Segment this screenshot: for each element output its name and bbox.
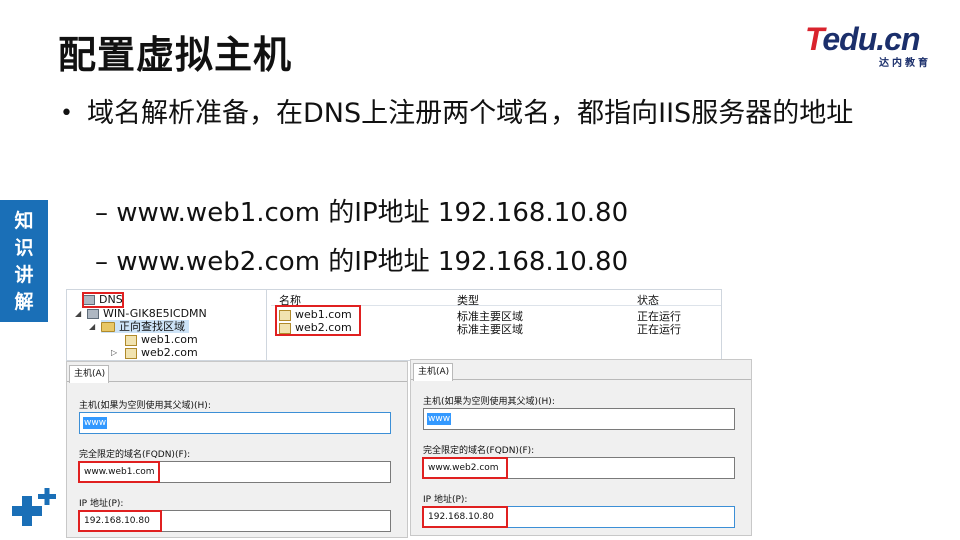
host-label: 主机(如果为空则使用其父域)(H): [423, 397, 555, 407]
tree-zone-label: web1.com [141, 333, 198, 346]
highlight-dns-root [82, 292, 124, 308]
tab-host-a[interactable]: 主机(A) [413, 363, 453, 381]
zone-icon [125, 347, 137, 359]
tree-server[interactable]: WIN-GIK8E5ICDMN [87, 307, 207, 320]
collapse-arrow-icon[interactable]: ▷ [111, 348, 117, 357]
highlight-fqdn [78, 461, 160, 483]
tree-zone-web1[interactable]: web1.com [125, 333, 198, 346]
dns-manager-panel: DNS ◢ WIN-GIK8E5ICDMN ◢ 正向查找区域 web1.com … [66, 289, 722, 362]
zone-list: 名称 类型 状态 web1.com 标准主要区域 正在运行 web2.com 标… [271, 290, 721, 362]
column-header-status[interactable]: 状态 [637, 292, 659, 308]
host-input[interactable]: www [79, 412, 391, 434]
host-record-dialog-web1: 主机(A) 主机(如果为空则使用其父域)(H): www 完全限定的域名(FQD… [66, 361, 408, 538]
side-tab-char: 识 [14, 237, 34, 259]
folder-icon [101, 322, 115, 332]
slide-title: 配置虚拟主机 [58, 33, 293, 77]
side-tab: 知 识 讲 解 [0, 200, 48, 322]
host-value: www [427, 413, 452, 425]
logo-subtitle: 达内教育 [879, 58, 931, 69]
tree-zone-label: web2.com [141, 346, 198, 359]
highlight-zone-names [275, 305, 361, 336]
side-tab-char: 讲 [14, 264, 34, 286]
logo-letters-rest: edu.cn [822, 21, 920, 57]
host-label: 主机(如果为空则使用其父域)(H): [79, 401, 211, 411]
tree-forward-lookup-zones[interactable]: 正向查找区域 [101, 320, 189, 333]
main-bullet-text: 域名解析准备，在DNS上注册两个域名，都指向IIS服务器的地址 [87, 98, 854, 129]
tedu-logo: Tedu.cn 达内教育 [805, 21, 935, 69]
expand-arrow-icon[interactable]: ◢ [89, 322, 95, 331]
server-icon [87, 309, 99, 319]
ip-label: IP 地址(P): [423, 495, 468, 505]
main-bullet: • 域名解析准备，在DNS上注册两个域名，都指向IIS服务器的地址 [60, 92, 880, 136]
sub-item-web1: – www.web1.com 的IP地址 192.168.10.80 [95, 198, 629, 228]
zone-type: 标准主要区域 [457, 323, 523, 336]
fqdn-label: 完全限定的域名(FQDN)(F): [79, 450, 191, 460]
side-tab-char: 知 [14, 210, 34, 232]
tree-server-label: WIN-GIK8E5ICDMN [103, 307, 207, 320]
tab-host-a[interactable]: 主机(A) [69, 365, 109, 383]
host-record-dialog-web2: 主机(A) 主机(如果为空则使用其父域)(H): www 完全限定的域名(FQD… [410, 359, 752, 536]
tree-folder-label: 正向查找区域 [119, 320, 185, 333]
zone-icon [125, 334, 137, 346]
logo-letter-t: T [805, 21, 823, 57]
side-tab-char: 解 [14, 291, 34, 313]
tree-zone-web2[interactable]: web2.com [125, 346, 198, 359]
fqdn-label: 完全限定的域名(FQDN)(F): [423, 446, 535, 456]
highlight-ip [78, 510, 162, 532]
zone-status: 正在运行 [637, 323, 681, 336]
dialog-tab-bar: 主机(A) [67, 362, 407, 383]
dns-tree: DNS ◢ WIN-GIK8E5ICDMN ◢ 正向查找区域 web1.com … [67, 290, 267, 362]
highlight-ip [422, 506, 508, 528]
bullet-dot-icon: • [60, 101, 73, 126]
dialog-tab-bar: 主机(A) [411, 360, 751, 381]
plus-decoration-icon [12, 488, 56, 526]
host-input[interactable]: www [423, 408, 735, 430]
zone-list-header: 名称 类型 状态 [271, 292, 721, 308]
logo-wordmark: Tedu.cn [805, 21, 920, 57]
sub-item-web2: – www.web2.com 的IP地址 192.168.10.80 [95, 247, 629, 277]
expand-arrow-icon[interactable]: ◢ [75, 309, 81, 318]
ip-label: IP 地址(P): [79, 499, 124, 509]
column-header-type[interactable]: 类型 [457, 292, 479, 308]
host-value: www [83, 417, 108, 429]
highlight-fqdn [422, 457, 508, 479]
